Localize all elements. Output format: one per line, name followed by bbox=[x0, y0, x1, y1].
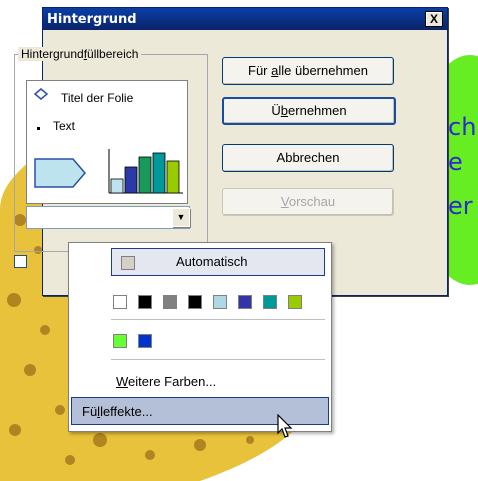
color-swatch[interactable] bbox=[113, 334, 127, 348]
dialog-titlebar[interactable]: Hintergrund X bbox=[43, 8, 447, 30]
automatic-swatch bbox=[121, 256, 135, 270]
color-swatch[interactable] bbox=[163, 295, 177, 309]
slide-text-fragment: ch bbox=[448, 113, 477, 141]
slide-text-fragment: e bbox=[448, 148, 463, 176]
color-swatch[interactable] bbox=[113, 295, 127, 309]
preview-title-text: Titel der Folie bbox=[61, 91, 134, 105]
automatic-color-item[interactable]: Automatisch bbox=[111, 248, 325, 276]
apply-button[interactable]: Übernehmen bbox=[222, 97, 396, 125]
close-icon: X bbox=[429, 12, 438, 26]
menu-separator bbox=[111, 359, 325, 360]
apply-all-button[interactable]: Für alle übernehmen bbox=[222, 57, 394, 85]
color-swatch[interactable] bbox=[213, 295, 227, 309]
arrow-shape-icon bbox=[34, 158, 86, 188]
fill-area-group-label: Hintergrundfüllbereich bbox=[18, 47, 142, 61]
cancel-button[interactable]: Abbrechen bbox=[222, 144, 394, 172]
color-popup-menu: Automatisch Weitere Farben... Fülleffekt… bbox=[68, 242, 332, 432]
color-swatch[interactable] bbox=[238, 295, 252, 309]
color-swatch[interactable] bbox=[288, 295, 302, 309]
diamond-bullet-icon bbox=[33, 88, 49, 100]
menu-separator bbox=[111, 319, 325, 320]
bar-chart-icon bbox=[108, 149, 183, 194]
color-swatch[interactable] bbox=[263, 295, 277, 309]
preview-bullet-text: Text bbox=[53, 119, 76, 133]
color-swatch[interactable] bbox=[188, 295, 202, 309]
color-swatch[interactable] bbox=[138, 295, 152, 309]
close-button[interactable]: X bbox=[425, 11, 443, 27]
small-bullet bbox=[37, 127, 40, 130]
fill-effects-label: Fülleffekte... bbox=[82, 404, 153, 419]
omit-graphics-checkbox[interactable] bbox=[14, 255, 27, 268]
color-swatch[interactable] bbox=[138, 334, 152, 348]
automatic-label: Automatisch bbox=[176, 254, 248, 269]
background-preview: Titel der Folie Text bbox=[26, 80, 188, 204]
mouse-pointer-icon bbox=[277, 414, 293, 438]
dialog-title: Hintergrund bbox=[47, 12, 137, 27]
fill-color-dropdown[interactable] bbox=[26, 206, 190, 229]
slide-text-fragment: er bbox=[448, 192, 473, 220]
chevron-down-icon[interactable]: ▼ bbox=[172, 208, 190, 227]
preview-button: Vorschau bbox=[222, 188, 394, 216]
more-colors-item[interactable]: Weitere Farben... bbox=[116, 374, 216, 389]
